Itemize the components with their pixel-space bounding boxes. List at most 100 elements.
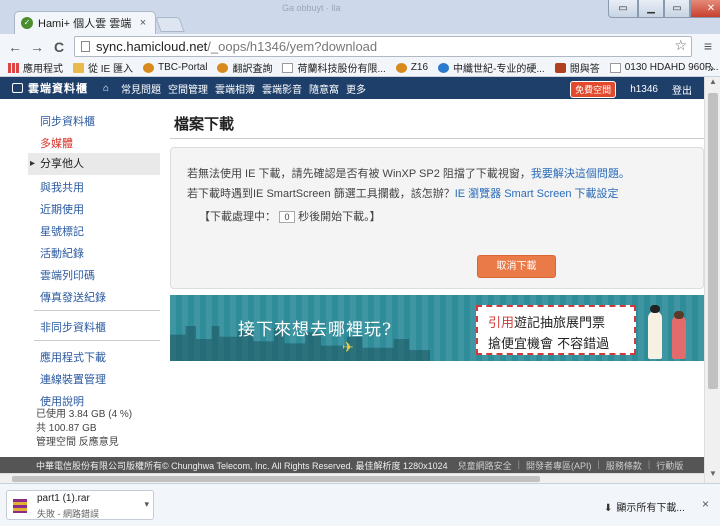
bookmark-item[interactable]: 0130 HDAHD 960P... [609, 62, 719, 73]
browser-toolbar: ← → C sync.hamicloud.net /_oops/h1346/ye… [0, 34, 720, 59]
gear-icon [217, 62, 229, 73]
feedback-link[interactable]: 反應意見 [79, 437, 119, 448]
forward-button[interactable]: → [26, 39, 48, 55]
logout-link[interactable]: 登出 [672, 82, 692, 97]
sidebar-item[interactable]: 分享他人 [28, 153, 160, 175]
countdown-prefix: 【下載處理中： [199, 211, 276, 223]
sidebar-item[interactable]: 應用程式下載 [40, 349, 106, 365]
sidebar-item[interactable]: 與我共用 [40, 179, 84, 195]
maximize-button[interactable]: ▭ [664, 0, 690, 18]
sidebar-item[interactable]: 雲端列印碼 [40, 267, 95, 283]
bookmark-star-icon[interactable]: ☆ [674, 37, 687, 54]
main-content: 檔案下載 若無法使用 IE 下載，請先確認是否有被 WinXP SP2 阻擋了下… [170, 99, 704, 483]
site-navbar: 雲端資料櫃 ⌂ 常見問題 空間管理 雲端相簿 雲端影音 隨意窩 更多 免費空間 h1346… [0, 77, 704, 99]
sidebar-item[interactable]: 連線裝置管理 [40, 371, 106, 387]
bookmark-item[interactable]: TBC-Portal [143, 62, 207, 73]
window-controls: ▭ ▁ ▭ ✕ [608, 0, 720, 18]
scroll-down-arrow-icon[interactable]: ▼ [705, 469, 720, 483]
site-footer: 中華電信股份有限公司版權所有© Chunghwa Telecom, Inc. A… [0, 457, 704, 473]
back-button[interactable]: ← [4, 39, 26, 55]
vertical-scrollbar[interactable]: ▲ ▼ [704, 77, 720, 483]
nav-link[interactable]: 常見問題 [121, 81, 161, 96]
notice-line-2-text: 若下載時遇到IE SmartScreen 篩選工具攔截，該怎辦？ [187, 188, 455, 200]
bookmark-item[interactable]: Z16 [395, 62, 428, 73]
logo-text: 雲端資料櫃 [28, 83, 88, 95]
gear-icon [143, 62, 155, 73]
countdown-suffix: 秒後開始下載。】 [298, 211, 381, 223]
sidebar-item[interactable]: 同步資料櫃 [40, 113, 95, 129]
new-tab-button[interactable] [155, 17, 185, 32]
storage-total: 共 100.87 GB [36, 423, 97, 434]
hscroll-thumb[interactable] [12, 476, 540, 482]
footer-separator: | [517, 458, 520, 469]
sidebar-item[interactable]: 活動紀錄 [40, 245, 84, 261]
close-window-button[interactable]: ✕ [690, 0, 720, 18]
sidebar-item[interactable]: 近期使用 [40, 201, 84, 217]
storage-used: 已使用 3.84 GB (4 %) [36, 409, 133, 420]
download-notice-panel: 若無法使用 IE 下載，請先確認是否有被 WinXP SP2 阻擋了下載視窗，我… [170, 147, 704, 289]
manage-space-link[interactable]: 管理空間 [36, 437, 76, 448]
footer-link[interactable]: 開發者專區(API) [526, 459, 592, 472]
cancel-download-button[interactable]: 取消下載 [477, 255, 556, 278]
ticket-highlight: 引用 [488, 316, 515, 331]
nav-link[interactable]: 雲端影音 [262, 81, 302, 96]
web-page: 雲端資料櫃 ⌂ 常見問題 空間管理 雲端相簿 雲端影音 隨意窩 更多 免費空間 h1346… [0, 77, 704, 483]
bookmark-item[interactable]: 應用程式 [8, 60, 63, 75]
scroll-thumb[interactable] [708, 93, 718, 389]
nav-link[interactable]: 更多 [346, 81, 366, 96]
bookmark-label: 從 IE 匯入 [88, 64, 134, 75]
home-icon[interactable]: ⌂ [98, 83, 114, 94]
cloud-logo-icon [12, 83, 23, 93]
sidebar-item[interactable]: 星號標記 [40, 223, 84, 239]
horizontal-scrollbar[interactable] [0, 473, 704, 483]
gear-icon [395, 62, 407, 73]
footer-link[interactable]: 兒童網路安全 [458, 459, 512, 472]
scroll-up-arrow-icon[interactable]: ▲ [705, 77, 720, 91]
bookmark-item[interactable]: 從 IE 匯入 [73, 60, 133, 75]
sidebar-item[interactable]: 多媒體 [40, 135, 73, 151]
address-bar[interactable]: sync.hamicloud.net /_oops/h1346/yem?down… [74, 36, 692, 57]
sidebar-item[interactable]: 非同步資料櫃 [40, 319, 106, 335]
smartscreen-settings-link[interactable]: IE 瀏覽器 Smart Screen 下載設定 [455, 188, 619, 200]
download-item[interactable]: part1 (1).rar 失敗 - 網路錯誤 ▾ [6, 490, 154, 520]
folder-icon [73, 62, 84, 73]
close-shelf-icon[interactable]: × [702, 497, 709, 511]
upgrade-badge[interactable]: 免費空間 [570, 81, 617, 98]
sidebar-item[interactable]: 傳真發送紀錄 [40, 289, 106, 305]
site-logo[interactable]: 雲端資料櫃 [0, 80, 98, 96]
footer-link[interactable]: 行動版 [656, 459, 683, 472]
bookmark-item[interactable]: 荷蘭科技股份有限... [282, 60, 386, 75]
download-menu-arrow-icon[interactable]: ▾ [144, 499, 149, 510]
bookmark-label: 0130 HDAHD 960P... [624, 62, 719, 73]
bookmark-item[interactable]: 閱與答 [554, 60, 600, 75]
title-divider [170, 138, 704, 139]
ie-icon [438, 62, 450, 73]
url-host: sync.hamicloud.net [96, 39, 208, 54]
profile-button[interactable]: ▭ [608, 0, 638, 18]
chrome-menu-icon[interactable]: ≡ [704, 38, 712, 54]
notice-line-2: 若下載時遇到IE SmartScreen 篩選工具攔截，該怎辦？IE 瀏覽器 S… [187, 185, 619, 201]
reload-button[interactable]: C [48, 39, 70, 55]
footer-copyright: 中華電信股份有限公司版權所有© Chunghwa Telecom, Inc. A… [36, 460, 448, 471]
nav-link[interactable]: 隨意窩 [309, 81, 339, 96]
browser-tab[interactable]: ✓ Hami+ 個人雲 雲端資料櫃 × [14, 11, 156, 34]
travel-promo-banner[interactable]: 接下來想去哪裡玩? ✈ 引用遊記抽旅展門票 搶便宜機會 不容錯過 [170, 295, 704, 361]
bookmark-label: 荷蘭科技股份有限... [297, 64, 386, 75]
show-all-downloads-link[interactable]: 顯示所有下載... [604, 499, 684, 514]
username[interactable]: h1346 [630, 84, 658, 95]
tab-close-icon[interactable]: × [137, 17, 149, 29]
ticket-line-2: 搶便宜機會 不容錯過 [488, 337, 610, 352]
minimize-button[interactable]: ▁ [638, 0, 664, 18]
fix-popup-link[interactable]: 我要解決這個問題。 [531, 168, 630, 180]
footer-link[interactable]: 服務條款 [606, 459, 642, 472]
window-titlebar: ✓ Hami+ 個人雲 雲端資料櫃 × Ga obbuyt · lla ▭ ▁ … [0, 0, 720, 34]
sidebar-divider [34, 310, 160, 311]
window-title-text: Ga obbuyt · lla [282, 3, 341, 13]
bookmark-item[interactable]: 中纖世紀-专业的硬... [438, 60, 545, 75]
nav-link[interactable]: 雲端相簿 [215, 81, 255, 96]
nav-link[interactable]: 空間管理 [168, 81, 208, 96]
page-icon [81, 41, 90, 52]
bookmark-item[interactable]: 翻訳査詢 [217, 60, 272, 75]
bookmarks-overflow-icon[interactable]: » [707, 61, 714, 75]
bookmark-label: 閱與答 [569, 64, 600, 75]
